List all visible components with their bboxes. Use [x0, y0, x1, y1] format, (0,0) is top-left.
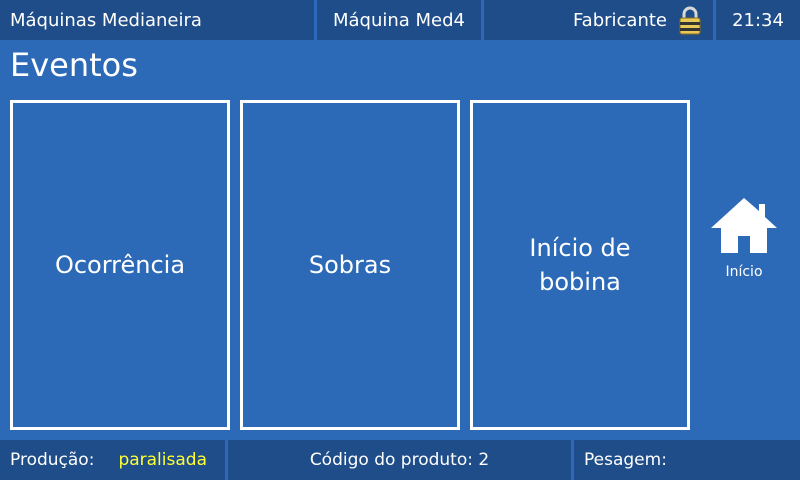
- page-title: Eventos: [10, 46, 138, 84]
- home-button[interactable]: Início: [704, 196, 784, 292]
- leftovers-label: Sobras: [308, 251, 392, 279]
- home-icon: [711, 198, 777, 253]
- production-status: Produção: paralisada: [0, 440, 228, 480]
- user-name: Fabricante: [572, 9, 667, 31]
- home-label: Início: [725, 264, 763, 280]
- production-label: Produção:: [10, 450, 95, 470]
- lock-icon: [677, 5, 703, 35]
- user-button[interactable]: Fabricante: [484, 0, 716, 40]
- occurrence-label: Ocorrência: [54, 251, 186, 279]
- top-status-bar: Máquinas Medianeira Máquina Med4 Fabrica…: [0, 0, 800, 40]
- coil-start-button[interactable]: Início de bobina: [470, 100, 690, 430]
- bottom-status-bar: Produção: paralisada Código do produto: …: [0, 440, 800, 480]
- leftovers-button[interactable]: Sobras: [240, 100, 460, 430]
- weighing-label: Pesagem:: [574, 440, 800, 480]
- product-code: Código do produto: 2: [228, 440, 574, 480]
- plant-name: Máquinas Medianeira: [0, 0, 317, 40]
- machine-name: Máquina Med4: [317, 0, 484, 40]
- production-status-value: paralisada: [118, 450, 207, 470]
- occurrence-button[interactable]: Ocorrência: [10, 100, 230, 430]
- clock: 21:34: [716, 0, 800, 40]
- coil-start-label: Início de bobina: [529, 234, 631, 296]
